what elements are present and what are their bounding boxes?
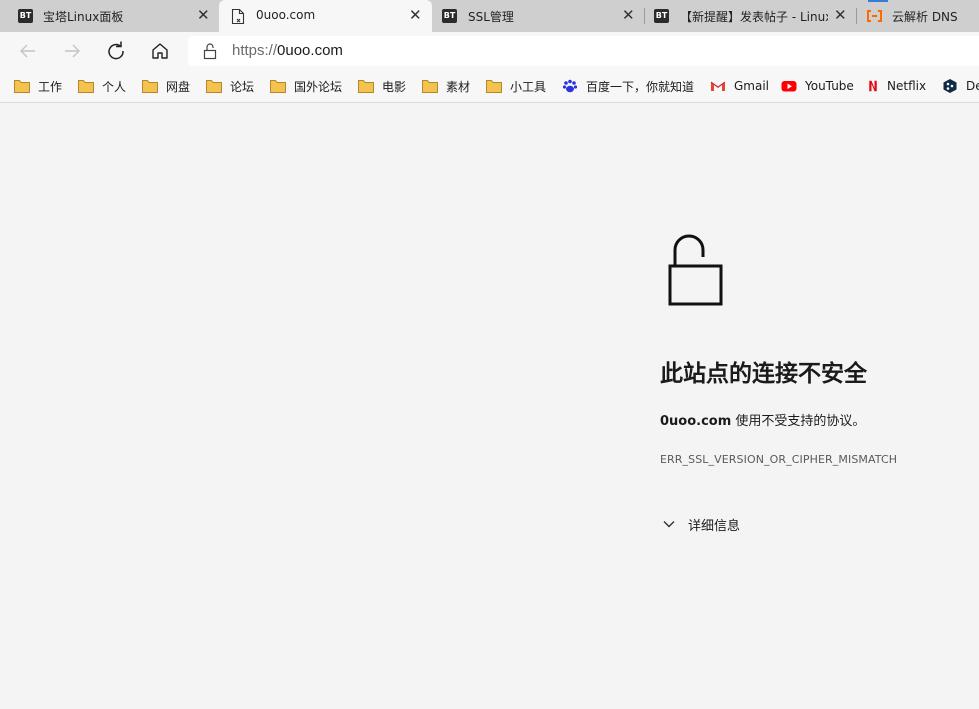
close-tab-icon[interactable]: ✕: [409, 7, 422, 23]
close-tab-icon[interactable]: ✕: [834, 7, 847, 23]
bt-favicon-icon: BT: [18, 9, 33, 23]
folder-icon: [270, 80, 286, 93]
bookmark-label: 百度一下，你就知道: [586, 79, 695, 94]
unlocked-padlock-icon[interactable]: [202, 42, 218, 64]
youtube-icon: [781, 81, 797, 92]
arrow-left-icon[interactable]: [18, 41, 38, 61]
netflix-icon: [869, 80, 877, 92]
tab-strip: BT 宝塔Linux面板 ✕ 0uoo.com ✕ BT SSL管理 ✕ BT …: [0, 0, 979, 32]
url-host: 0uoo.com: [277, 42, 343, 59]
baidu-paw-icon: [562, 79, 578, 93]
gmail-icon: [710, 81, 726, 91]
bookmark-label: De: [966, 79, 979, 93]
tab-ssl-manage[interactable]: BT SSL管理 ✕: [433, 0, 643, 32]
bookmark-label: 论坛: [230, 79, 255, 94]
details-label: 详细信息: [688, 518, 741, 534]
bookmark-label: YouTube: [805, 79, 854, 93]
error-description: 0uoo.com 使用不受支持的协议。: [660, 410, 865, 429]
tab-title: SSL管理: [468, 10, 514, 24]
bookmark-baidu[interactable]: 百度一下，你就知道: [562, 77, 694, 95]
tab-0uoo-active[interactable]: 0uoo.com ✕: [219, 0, 432, 32]
error-message: 使用不受支持的协议。: [731, 414, 866, 429]
tab-title: 【新提醒】发表帖子 - Linux: [680, 10, 828, 24]
bookmarks-bar: 工作 个人 网盘 论坛 国外论坛 电影 素材 小工具 百度一下，你就知道 Gma…: [0, 70, 979, 103]
bookmark-youtube[interactable]: YouTube: [781, 77, 854, 95]
folder-icon: [14, 80, 30, 93]
bookmark-folder-materials[interactable]: 素材: [422, 77, 470, 95]
bookmark-label: 个人: [102, 79, 127, 94]
bookmark-folder-tools[interactable]: 小工具: [486, 77, 546, 95]
bookmark-folder-personal[interactable]: 个人: [78, 77, 126, 95]
refresh-icon[interactable]: [106, 41, 126, 61]
bookmark-folder-work[interactable]: 工作: [14, 77, 62, 95]
browser-toolbar: https://0uoo.com: [0, 32, 979, 70]
folder-icon: [358, 80, 374, 93]
tab-baota-panel[interactable]: BT 宝塔Linux面板 ✕: [0, 0, 218, 32]
folder-icon: [78, 80, 94, 93]
tab-title: 0uoo.com: [256, 8, 316, 22]
bookmark-folder-foreign-forum[interactable]: 国外论坛: [270, 77, 342, 95]
arrow-right-icon[interactable]: [62, 41, 82, 61]
deepl-icon: [943, 79, 957, 93]
bookmark-netflix[interactable]: Netflix: [867, 77, 926, 95]
tab-cloud-dns[interactable]: 云解析 DNS: [857, 0, 979, 32]
error-host: 0uoo.com: [660, 414, 732, 429]
bookmark-label: 国外论坛: [294, 79, 343, 94]
bookmark-folder-netdisk[interactable]: 网盘: [142, 77, 190, 95]
details-toggle[interactable]: 详细信息: [662, 514, 740, 534]
url-text: https://0uoo.com: [232, 42, 343, 59]
bt-favicon-icon: BT: [654, 9, 669, 23]
home-icon[interactable]: [150, 41, 170, 61]
bookmark-folder-movies[interactable]: 电影: [358, 77, 406, 95]
bt-favicon-icon: BT: [442, 9, 457, 23]
folder-icon: [206, 80, 222, 93]
bookmark-label: 网盘: [166, 79, 191, 94]
bookmark-gmail[interactable]: Gmail: [710, 77, 769, 95]
folder-icon: [486, 80, 502, 93]
tab-title: 宝塔Linux面板: [43, 10, 124, 24]
bookmark-label: 电影: [382, 79, 407, 94]
bookmark-label: 素材: [446, 79, 471, 94]
broken-page-icon: [230, 8, 246, 28]
error-title: 此站点的连接不安全: [660, 361, 867, 387]
folder-icon: [422, 80, 438, 93]
open-padlock-icon: [667, 233, 725, 311]
bookmark-label: Netflix: [887, 79, 927, 93]
close-tab-icon[interactable]: ✕: [622, 7, 635, 23]
aliyun-cloud-icon: [866, 10, 883, 25]
address-bar[interactable]: https://0uoo.com: [188, 36, 979, 66]
bookmark-label: 小工具: [510, 79, 547, 94]
bookmark-label: 工作: [38, 79, 63, 94]
active-indicator: [868, 0, 888, 2]
bookmark-deepl[interactable]: De: [942, 77, 979, 95]
close-tab-icon[interactable]: ✕: [197, 7, 210, 23]
tab-title: 云解析 DNS: [892, 10, 958, 24]
bookmark-folder-forum[interactable]: 论坛: [206, 77, 254, 95]
bookmark-label: Gmail: [734, 79, 770, 93]
tab-new-post[interactable]: BT 【新提醒】发表帖子 - Linux ✕: [645, 0, 855, 32]
url-protocol: https://: [232, 42, 278, 59]
chevron-down-icon: [663, 521, 675, 528]
error-code: ERR_SSL_VERSION_OR_CIPHER_MISMATCH: [660, 453, 898, 466]
folder-icon: [142, 80, 158, 93]
